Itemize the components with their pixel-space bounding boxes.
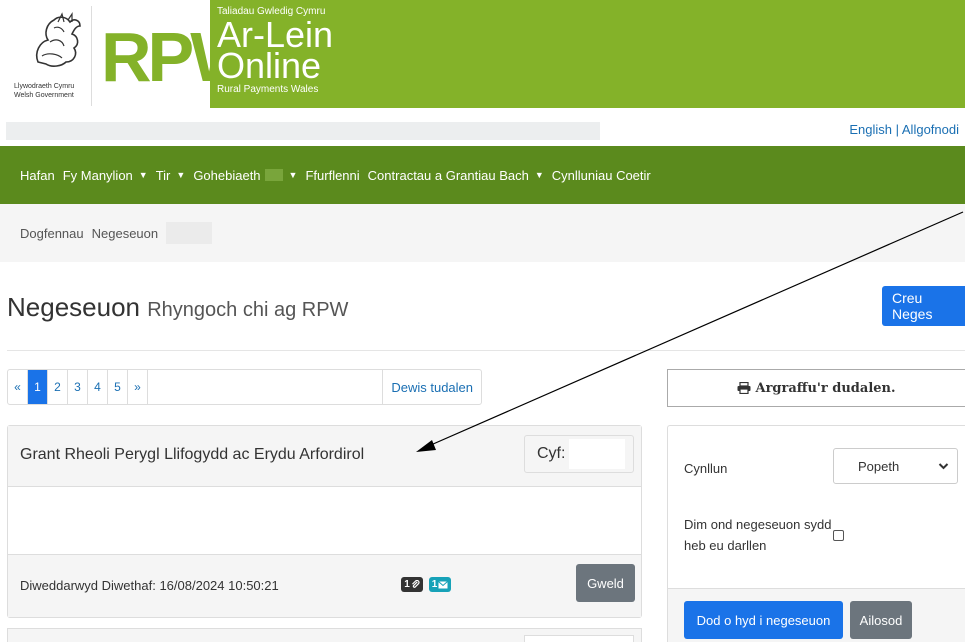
nav-item-label: Fy Manylion xyxy=(62,167,133,183)
message-title: Grant Rheoli Perygl Llifogydd ac Erydu A… xyxy=(20,446,365,463)
filter-panel: Cynllun Popeth Dim ond negeseuon sydd he… xyxy=(667,425,965,642)
caret-down-icon: ▼ xyxy=(288,170,298,180)
unread-only-label: Dim ond negeseuon sydd heb eu darllen xyxy=(684,517,832,553)
nav-item-label: Cynlluniau Coetir xyxy=(551,167,651,183)
view-message-button[interactable]: Gweld xyxy=(576,564,635,602)
filter-actions: Dod o hyd i negeseuon Ailosod xyxy=(668,588,965,642)
welsh-government-logo[interactable]: Llywodraeth Cymru Welsh Government xyxy=(6,6,92,106)
nav-item-label: Hafan xyxy=(20,167,55,183)
rpw-online-logo: Taliadau Gwledig Cymru Ar-Lein Online Ru… xyxy=(217,6,333,96)
message-count-badge: 1 xyxy=(429,577,451,592)
nav-item-contracts[interactable]: Contractau a Grantiau Bach ▼ xyxy=(368,168,544,183)
caret-down-icon: ▼ xyxy=(138,170,148,180)
breadcrumb: Dogfennau Negeseuon xyxy=(0,204,965,262)
pagination-spacer xyxy=(148,370,384,404)
site-header: Llywodraeth Cymru Welsh Government RPW T… xyxy=(0,0,965,108)
divider xyxy=(7,350,965,351)
reference-value xyxy=(569,439,626,469)
pagination-page-1[interactable]: 1 xyxy=(28,370,48,404)
brand-subtitle: Rural Payments Wales xyxy=(217,84,319,95)
page-title-text: Negeseuon xyxy=(7,292,140,322)
next-message-card xyxy=(7,628,642,642)
create-message-button[interactable]: Creu Neges xyxy=(882,286,965,326)
printer-icon xyxy=(737,382,751,394)
attachment-count: 1 xyxy=(404,579,410,590)
nav-item-label: Contractau a Grantiau Bach xyxy=(367,167,529,183)
scheme-select[interactable]: Popeth xyxy=(833,448,958,484)
attachment-count-badge: 1 xyxy=(401,577,423,592)
reference-label: Cyf: xyxy=(537,445,566,462)
pagination-page-5[interactable]: 5 xyxy=(108,370,128,404)
message-card-footer: Diweddarwyd Diwethaf: 16/08/2024 10:50:2… xyxy=(8,554,641,617)
pagination-prev[interactable]: « xyxy=(8,370,28,404)
choose-page-button[interactable]: Dewis tudalen xyxy=(383,370,481,404)
message-count: 1 xyxy=(431,579,438,590)
dragon-icon xyxy=(35,12,81,67)
nav-item-land[interactable]: Tir ▼ xyxy=(156,168,186,183)
paperclip-icon xyxy=(411,580,420,588)
next-reference-box xyxy=(524,635,634,642)
breadcrumb-documents[interactable]: Dogfennau xyxy=(20,226,84,241)
nav-item-label: Ffurflenni xyxy=(305,167,360,183)
language-links: English | Allgofnodi xyxy=(849,122,959,137)
breadcrumb-messages[interactable]: Negeseuon xyxy=(92,226,159,241)
envelope-icon xyxy=(438,580,449,588)
link-separator: | xyxy=(892,122,902,137)
page-subtitle: Rhyngoch chi ag RPW xyxy=(147,299,349,321)
nav-item-forms[interactable]: Ffurflenni xyxy=(305,168,359,183)
pagination-page-3[interactable]: 3 xyxy=(68,370,88,404)
nav-item-label: Gohebiaeth xyxy=(193,167,261,183)
reference-box: Cyf: xyxy=(524,435,634,473)
main-navigation: Hafan Fy Manylion ▼ Tir ▼ Gohebiaeth ▼ Ffur… xyxy=(0,146,965,204)
nav-item-label: Tir xyxy=(155,167,171,183)
logout-link[interactable]: Allgofnodi xyxy=(902,122,959,137)
language-bar: English | Allgofnodi xyxy=(0,114,965,146)
last-updated: Diweddarwyd Diwethaf: 16/08/2024 10:50:2… xyxy=(20,578,279,593)
english-link[interactable]: English xyxy=(849,122,892,137)
print-page-label: Argraffu'r dudalen. xyxy=(755,380,896,396)
nav-item-home[interactable]: Hafan xyxy=(20,168,55,183)
caret-down-icon: ▼ xyxy=(176,170,186,180)
brand-online-english: Online xyxy=(217,45,322,86)
scheme-label: Cynllun xyxy=(684,461,728,476)
pagination-page-4[interactable]: 4 xyxy=(88,370,108,404)
message-card-header: Grant Rheoli Perygl Llifogydd ac Erydu A… xyxy=(8,426,641,487)
chevron-down-icon xyxy=(938,463,949,470)
find-messages-button[interactable]: Dod o hyd i negeseuon xyxy=(684,601,843,639)
message-card: Grant Rheoli Perygl Llifogydd ac Erydu A… xyxy=(7,425,642,618)
nav-item-my-details[interactable]: Fy Manylion ▼ xyxy=(63,168,148,183)
nav-item-woodland[interactable]: Cynlluniau Coetir xyxy=(552,168,651,183)
gov-name-english: Welsh Government xyxy=(14,92,74,99)
notice-strip xyxy=(6,122,600,140)
print-page-button[interactable]: Argraffu'r dudalen. xyxy=(667,369,965,407)
breadcrumb-placeholder xyxy=(166,222,213,244)
caret-down-icon: ▼ xyxy=(534,170,544,180)
pagination-next[interactable]: » xyxy=(128,370,148,404)
unread-only-checkbox[interactable] xyxy=(833,530,844,541)
unread-badge xyxy=(264,169,283,181)
pagination-page-2[interactable]: 2 xyxy=(48,370,68,404)
gov-name-welsh: Llywodraeth Cymru xyxy=(14,83,75,90)
nav-item-correspondence[interactable]: Gohebiaeth ▼ xyxy=(193,168,297,183)
reset-button[interactable]: Ailosod xyxy=(850,601,912,639)
pagination: « 1 2 3 4 5 » Dewis tudalen xyxy=(7,369,482,405)
page-title: Negeseuon Rhyngoch chi ag RPW xyxy=(7,292,348,323)
scheme-selected-value: Popeth xyxy=(858,458,900,474)
message-card-body xyxy=(8,488,641,553)
